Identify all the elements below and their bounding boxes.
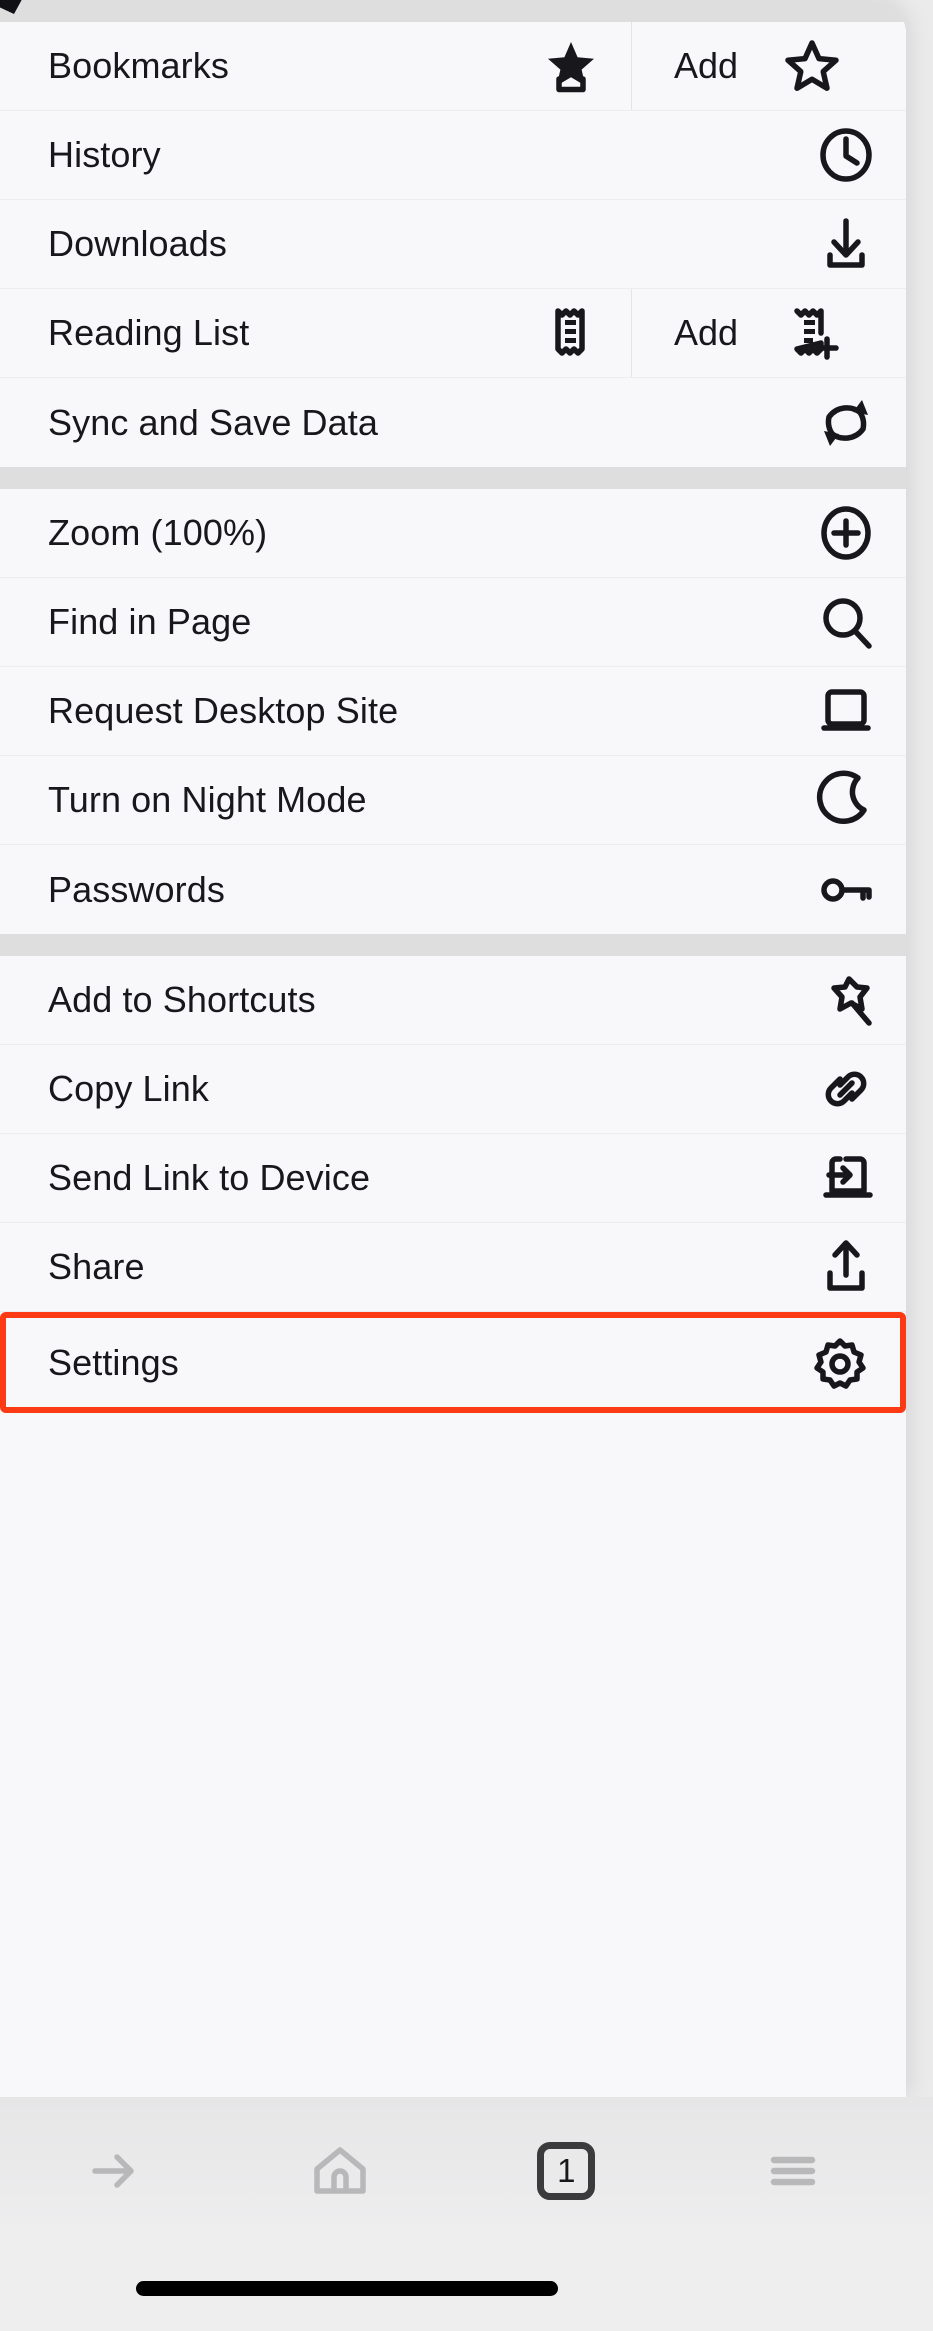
menu-row-bookmarks[interactable]: Bookmarks Add bbox=[0, 22, 906, 111]
menu-group-separator bbox=[0, 467, 906, 489]
menu-item-add-bookmark[interactable]: Add bbox=[632, 22, 906, 110]
menu-group-library: Bookmarks Add History Downloads Reading … bbox=[0, 22, 906, 467]
zoom-in-icon bbox=[786, 503, 906, 563]
menu-row-reading-list[interactable]: Reading List Add bbox=[0, 289, 906, 378]
menu-item-label: Copy Link bbox=[48, 1068, 209, 1109]
share-upload-icon bbox=[786, 1237, 906, 1297]
browser-menu-sheet: Bookmarks Add History Downloads Reading … bbox=[0, 0, 906, 2097]
home-icon bbox=[308, 2139, 372, 2203]
menu-item-label: Bookmarks bbox=[48, 45, 229, 86]
add-bookmark-label: Add bbox=[674, 45, 739, 86]
reading-list-add-icon bbox=[764, 303, 860, 363]
pin-icon bbox=[786, 970, 906, 1030]
menu-item-request-desktop-site[interactable]: Request Desktop Site bbox=[0, 667, 906, 756]
menu-item-add-to-shortcuts[interactable]: Add to Shortcuts bbox=[0, 956, 906, 1045]
bookmark-filled-icon bbox=[511, 36, 631, 96]
tab-counter-button[interactable]: 1 bbox=[453, 2111, 680, 2231]
menu-item-zoom[interactable]: Zoom (100%) bbox=[0, 489, 906, 578]
menu-item-label: Send Link to Device bbox=[48, 1157, 371, 1198]
menu-item-night-mode[interactable]: Turn on Night Mode bbox=[0, 756, 906, 845]
desktop-icon bbox=[786, 681, 906, 741]
sheet-top-separator bbox=[0, 0, 906, 22]
menu-item-label: Add to Shortcuts bbox=[48, 979, 316, 1020]
key-icon bbox=[786, 860, 906, 920]
menu-group-share-tools: Add to Shortcuts Copy Link Send Link to … bbox=[0, 956, 906, 1413]
clock-icon bbox=[786, 125, 906, 185]
menu-group-separator bbox=[0, 934, 906, 956]
search-icon bbox=[786, 592, 906, 652]
menu-button[interactable] bbox=[680, 2111, 907, 2231]
menu-item-passwords[interactable]: Passwords bbox=[0, 845, 906, 934]
gear-icon bbox=[780, 1333, 900, 1393]
menu-item-bookmarks[interactable]: Bookmarks bbox=[0, 22, 632, 110]
download-icon bbox=[786, 214, 906, 274]
add-reading-list-label: Add bbox=[674, 312, 739, 353]
menu-item-sync-and-save-data[interactable]: Sync and Save Data bbox=[0, 378, 906, 467]
menu-item-label: Zoom (100%) bbox=[48, 512, 268, 553]
menu-item-label: Share bbox=[48, 1246, 145, 1287]
menu-scroll-area[interactable]: Bookmarks Add History Downloads Reading … bbox=[0, 22, 906, 1413]
reading-list-icon bbox=[511, 303, 631, 363]
menu-item-downloads[interactable]: Downloads bbox=[0, 200, 906, 289]
forward-button[interactable] bbox=[0, 2111, 227, 2231]
moon-icon bbox=[786, 770, 906, 830]
menu-item-copy-link[interactable]: Copy Link bbox=[0, 1045, 906, 1134]
menu-item-label: Request Desktop Site bbox=[48, 690, 399, 731]
sync-icon bbox=[786, 393, 906, 453]
menu-item-label: Sync and Save Data bbox=[48, 401, 379, 443]
menu-item-add-reading-list[interactable]: Add bbox=[632, 289, 906, 377]
menu-item-reading-list[interactable]: Reading List bbox=[0, 289, 632, 377]
home-button[interactable] bbox=[227, 2111, 454, 2231]
menu-item-share[interactable]: Share bbox=[0, 1223, 906, 1312]
tab-count-badge: 1 bbox=[537, 2142, 596, 2200]
toolbar-button-row: 1 bbox=[0, 2111, 906, 2231]
menu-item-label: Turn on Night Mode bbox=[48, 779, 367, 820]
menu-item-label: Find in Page bbox=[48, 601, 252, 642]
link-icon bbox=[786, 1059, 906, 1119]
menu-item-settings[interactable]: Settings bbox=[0, 1312, 906, 1413]
menu-item-history[interactable]: History bbox=[0, 111, 906, 200]
menu-item-label: Reading List bbox=[48, 312, 250, 353]
menu-item-send-link-to-device[interactable]: Send Link to Device bbox=[0, 1134, 906, 1223]
home-indicator-bar bbox=[136, 2281, 558, 2296]
send-to-device-icon bbox=[786, 1148, 906, 1208]
forward-arrow-icon bbox=[81, 2139, 145, 2203]
menu-item-label: History bbox=[48, 134, 161, 175]
browser-bottom-toolbar: 1 bbox=[0, 2097, 933, 2331]
menu-item-label: Settings bbox=[48, 1341, 179, 1383]
menu-item-label: Downloads bbox=[48, 223, 228, 264]
menu-group-page-tools: Zoom (100%) Find in Page Request Desktop… bbox=[0, 489, 906, 934]
menu-item-find-in-page[interactable]: Find in Page bbox=[0, 578, 906, 667]
star-outline-icon bbox=[764, 36, 860, 96]
hamburger-menu-icon bbox=[761, 2139, 825, 2203]
menu-item-label: Passwords bbox=[48, 868, 225, 910]
